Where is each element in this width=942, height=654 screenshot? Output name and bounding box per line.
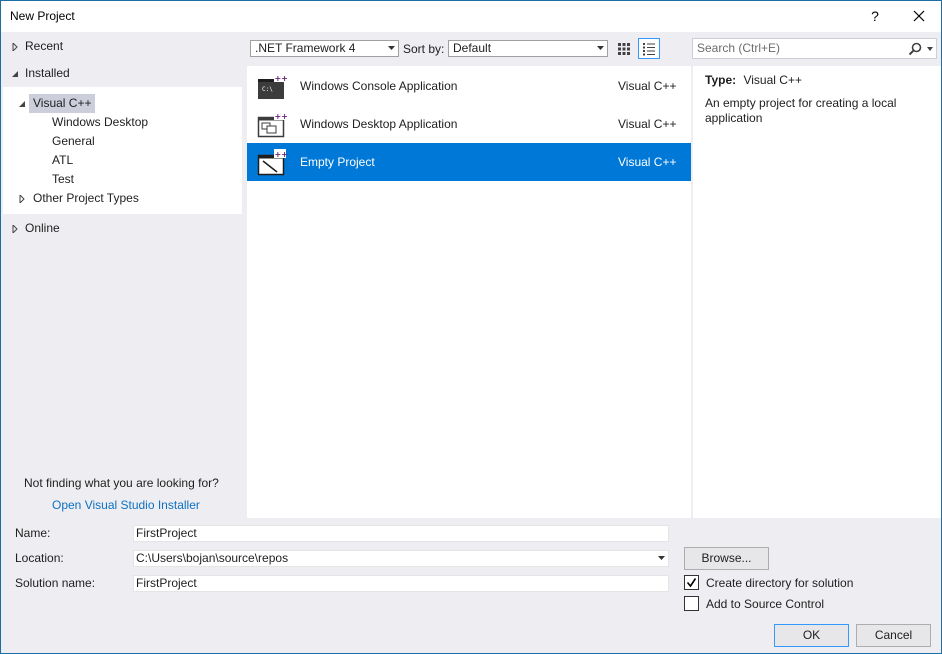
add-source-control-checkbox[interactable] <box>684 596 699 611</box>
tree-item-label: Online <box>25 221 60 235</box>
search-input[interactable]: Search (Ctrl+E) <box>692 38 937 59</box>
svg-text:++: ++ <box>275 112 288 121</box>
collapse-arrow-icon <box>18 100 26 108</box>
template-tree: Recent Installed Visual C++ Windows Desk… <box>3 32 246 518</box>
template-language: Visual C++ <box>618 79 677 93</box>
sort-dropdown[interactable]: Default <box>448 40 608 57</box>
tree-item-label: Windows Desktop <box>52 115 149 129</box>
tree-item-label: ATL <box>52 153 74 167</box>
expand-arrow-icon <box>18 195 26 203</box>
type-value: Visual C++ <box>743 73 802 87</box>
expand-arrow-icon <box>11 225 19 233</box>
template-item-console-app[interactable]: C:\ ++ Windows Console Application Visua… <box>247 67 691 105</box>
solution-name-input[interactable]: FirstProject <box>133 575 669 592</box>
tree-item-windows-desktop[interactable]: Windows Desktop <box>52 113 148 132</box>
template-name: Windows Console Application <box>300 79 458 93</box>
template-name: Empty Project <box>300 155 375 169</box>
tree-item-label: Other Project Types <box>33 191 139 205</box>
empty-project-icon: ++ <box>257 148 287 176</box>
location-value: C:\Users\bojan\source\repos <box>136 551 289 565</box>
description-text: An empty project for creating a local ap… <box>705 96 897 125</box>
new-project-dialog: New Project ? Recent Installed Visual C+… <box>0 0 942 654</box>
svg-text:++: ++ <box>275 150 288 159</box>
template-item-desktop-app[interactable]: ++ Windows Desktop Application Visual C+… <box>247 105 691 143</box>
window-title: New Project <box>10 9 75 23</box>
sort-by-label: Sort by: <box>403 42 445 56</box>
chevron-down-icon <box>388 46 395 50</box>
tree-item-test[interactable]: Test <box>52 170 74 189</box>
tree-item-label: General <box>52 134 95 148</box>
tree-item-label: Visual C++ <box>33 96 92 110</box>
project-name-value: FirstProject <box>136 526 197 540</box>
open-installer-link[interactable]: Open Visual Studio Installer <box>52 498 200 512</box>
template-name: Windows Desktop Application <box>300 117 458 131</box>
not-finding-text: Not finding what you are looking for? <box>24 476 219 490</box>
browse-button[interactable]: Browse... <box>684 547 769 570</box>
close-icon <box>913 10 925 22</box>
svg-text:C:\: C:\ <box>262 86 273 93</box>
ok-button[interactable]: OK <box>774 624 849 647</box>
framework-dropdown[interactable]: .NET Framework 4 <box>250 40 399 57</box>
small-icons-view-button[interactable] <box>613 38 635 59</box>
close-button[interactable] <box>905 5 933 27</box>
template-item-empty-project[interactable]: ++ Empty Project Visual C++ <box>247 143 691 181</box>
cancel-button[interactable]: Cancel <box>856 624 931 647</box>
location-label: Location: <box>15 551 64 565</box>
name-label: Name: <box>15 526 51 540</box>
add-source-control-label: Add to Source Control <box>706 597 825 611</box>
list-view-button[interactable] <box>638 38 660 59</box>
grid-view-icon <box>618 42 630 55</box>
search-placeholder: Search (Ctrl+E) <box>697 41 781 55</box>
chevron-down-icon <box>597 46 604 50</box>
framework-value: .NET Framework 4 <box>255 41 356 55</box>
create-directory-label: Create directory for solution <box>706 576 854 590</box>
template-list: C:\ ++ Windows Console Application Visua… <box>247 66 691 518</box>
template-language: Visual C++ <box>618 117 677 131</box>
project-name-input[interactable]: FirstProject <box>133 525 669 542</box>
checkmark-icon <box>686 578 697 588</box>
create-directory-checkbox[interactable] <box>684 575 699 590</box>
tree-item-general[interactable]: General <box>52 132 95 151</box>
type-label: Type: <box>705 73 737 87</box>
svg-text:++: ++ <box>275 74 288 83</box>
template-language: Visual C++ <box>618 155 677 169</box>
template-description-pane: Type: Visual C++ An empty project for cr… <box>693 66 941 518</box>
title-bar: New Project ? <box>1 1 941 32</box>
collapse-arrow-icon <box>11 70 19 78</box>
solution-name-value: FirstProject <box>136 576 197 590</box>
sort-value: Default <box>453 41 492 55</box>
solution-name-label: Solution name: <box>15 576 96 590</box>
console-app-icon: C:\ ++ <box>257 72 287 100</box>
location-input[interactable]: C:\Users\bojan\source\repos <box>133 550 669 567</box>
chevron-down-icon <box>927 47 933 51</box>
help-button[interactable]: ? <box>861 5 889 27</box>
chevron-down-icon <box>658 556 665 560</box>
tree-item-label: Recent <box>25 39 64 53</box>
tree-item-label: Installed <box>25 66 70 80</box>
tree-item-atl[interactable]: ATL <box>52 151 73 170</box>
desktop-app-icon: ++ <box>257 110 287 138</box>
tree-item-label: Test <box>52 172 75 186</box>
description-type: Type: Visual C++ <box>705 73 802 87</box>
expand-arrow-icon <box>11 43 19 51</box>
search-icon <box>908 42 922 56</box>
list-view-icon <box>643 42 655 55</box>
